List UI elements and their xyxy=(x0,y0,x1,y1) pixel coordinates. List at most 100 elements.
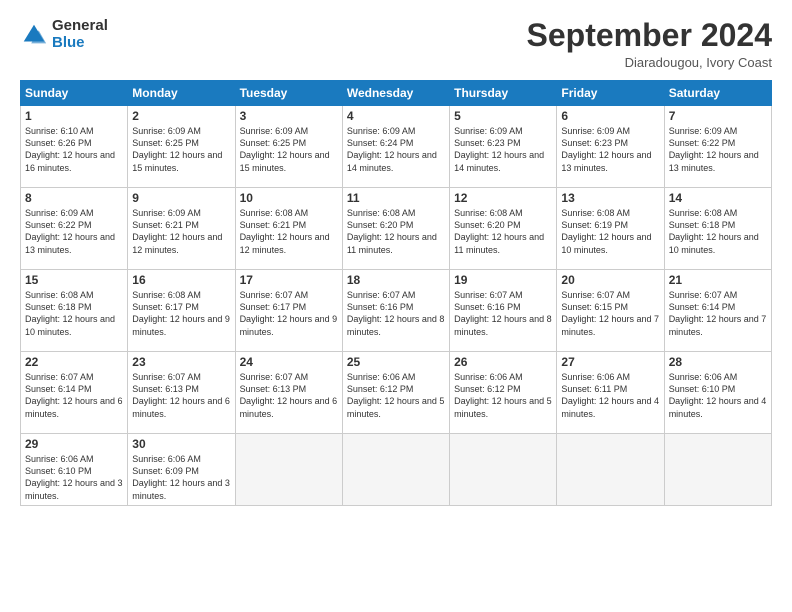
location-subtitle: Diaradougou, Ivory Coast xyxy=(527,55,772,70)
calendar-header-row: Sunday Monday Tuesday Wednesday Thursday… xyxy=(21,81,772,106)
page: General Blue September 2024 Diaradougou,… xyxy=(0,0,792,612)
table-row: 7 Sunrise: 6:09 AM Sunset: 6:22 PM Dayli… xyxy=(664,106,771,188)
day-number: 14 xyxy=(669,191,767,205)
day-info: Sunrise: 6:09 AM Sunset: 6:25 PM Dayligh… xyxy=(132,125,230,174)
table-row: 5 Sunrise: 6:09 AM Sunset: 6:23 PM Dayli… xyxy=(450,106,557,188)
day-number: 3 xyxy=(240,109,338,123)
logo: General Blue xyxy=(20,18,108,51)
day-number: 7 xyxy=(669,109,767,123)
day-number: 1 xyxy=(25,109,123,123)
day-number: 5 xyxy=(454,109,552,123)
table-row: 27 Sunrise: 6:06 AM Sunset: 6:11 PM Dayl… xyxy=(557,352,664,434)
table-row: 12 Sunrise: 6:08 AM Sunset: 6:20 PM Dayl… xyxy=(450,188,557,270)
day-info: Sunrise: 6:06 AM Sunset: 6:09 PM Dayligh… xyxy=(132,453,230,502)
calendar-table: Sunday Monday Tuesday Wednesday Thursday… xyxy=(20,80,772,506)
table-row: 22 Sunrise: 6:07 AM Sunset: 6:14 PM Dayl… xyxy=(21,352,128,434)
table-row: 17 Sunrise: 6:07 AM Sunset: 6:17 PM Dayl… xyxy=(235,270,342,352)
table-row: 1 Sunrise: 6:10 AM Sunset: 6:26 PM Dayli… xyxy=(21,106,128,188)
table-row: 6 Sunrise: 6:09 AM Sunset: 6:23 PM Dayli… xyxy=(557,106,664,188)
day-number: 19 xyxy=(454,273,552,287)
table-row: 14 Sunrise: 6:08 AM Sunset: 6:18 PM Dayl… xyxy=(664,188,771,270)
col-sunday: Sunday xyxy=(21,81,128,106)
day-info: Sunrise: 6:07 AM Sunset: 6:14 PM Dayligh… xyxy=(25,371,123,420)
col-monday: Monday xyxy=(128,81,235,106)
day-info: Sunrise: 6:07 AM Sunset: 6:16 PM Dayligh… xyxy=(347,289,445,338)
col-thursday: Thursday xyxy=(450,81,557,106)
day-info: Sunrise: 6:09 AM Sunset: 6:21 PM Dayligh… xyxy=(132,207,230,256)
day-info: Sunrise: 6:09 AM Sunset: 6:23 PM Dayligh… xyxy=(561,125,659,174)
day-info: Sunrise: 6:08 AM Sunset: 6:18 PM Dayligh… xyxy=(25,289,123,338)
day-number: 12 xyxy=(454,191,552,205)
day-info: Sunrise: 6:09 AM Sunset: 6:22 PM Dayligh… xyxy=(25,207,123,256)
table-row: 3 Sunrise: 6:09 AM Sunset: 6:25 PM Dayli… xyxy=(235,106,342,188)
day-info: Sunrise: 6:09 AM Sunset: 6:25 PM Dayligh… xyxy=(240,125,338,174)
day-number: 4 xyxy=(347,109,445,123)
day-info: Sunrise: 6:07 AM Sunset: 6:15 PM Dayligh… xyxy=(561,289,659,338)
table-row: 10 Sunrise: 6:08 AM Sunset: 6:21 PM Dayl… xyxy=(235,188,342,270)
day-info: Sunrise: 6:06 AM Sunset: 6:11 PM Dayligh… xyxy=(561,371,659,420)
table-row: 13 Sunrise: 6:08 AM Sunset: 6:19 PM Dayl… xyxy=(557,188,664,270)
table-row xyxy=(450,434,557,506)
day-info: Sunrise: 6:07 AM Sunset: 6:14 PM Dayligh… xyxy=(669,289,767,338)
day-number: 18 xyxy=(347,273,445,287)
day-number: 20 xyxy=(561,273,659,287)
table-row xyxy=(235,434,342,506)
day-number: 9 xyxy=(132,191,230,205)
day-number: 15 xyxy=(25,273,123,287)
table-row: 11 Sunrise: 6:08 AM Sunset: 6:20 PM Dayl… xyxy=(342,188,449,270)
day-info: Sunrise: 6:08 AM Sunset: 6:19 PM Dayligh… xyxy=(561,207,659,256)
calendar-week-row: 8 Sunrise: 6:09 AM Sunset: 6:22 PM Dayli… xyxy=(21,188,772,270)
calendar-week-row: 29 Sunrise: 6:06 AM Sunset: 6:10 PM Dayl… xyxy=(21,434,772,506)
table-row: 2 Sunrise: 6:09 AM Sunset: 6:25 PM Dayli… xyxy=(128,106,235,188)
day-number: 22 xyxy=(25,355,123,369)
day-number: 17 xyxy=(240,273,338,287)
table-row: 30 Sunrise: 6:06 AM Sunset: 6:09 PM Dayl… xyxy=(128,434,235,506)
table-row: 29 Sunrise: 6:06 AM Sunset: 6:10 PM Dayl… xyxy=(21,434,128,506)
logo-icon xyxy=(20,21,48,49)
day-info: Sunrise: 6:07 AM Sunset: 6:13 PM Dayligh… xyxy=(132,371,230,420)
table-row: 26 Sunrise: 6:06 AM Sunset: 6:12 PM Dayl… xyxy=(450,352,557,434)
day-info: Sunrise: 6:08 AM Sunset: 6:20 PM Dayligh… xyxy=(347,207,445,256)
col-saturday: Saturday xyxy=(664,81,771,106)
day-number: 30 xyxy=(132,437,230,451)
day-number: 13 xyxy=(561,191,659,205)
day-info: Sunrise: 6:10 AM Sunset: 6:26 PM Dayligh… xyxy=(25,125,123,174)
table-row xyxy=(664,434,771,506)
table-row: 21 Sunrise: 6:07 AM Sunset: 6:14 PM Dayl… xyxy=(664,270,771,352)
day-info: Sunrise: 6:08 AM Sunset: 6:21 PM Dayligh… xyxy=(240,207,338,256)
col-tuesday: Tuesday xyxy=(235,81,342,106)
title-block: September 2024 Diaradougou, Ivory Coast xyxy=(527,18,772,70)
day-info: Sunrise: 6:06 AM Sunset: 6:10 PM Dayligh… xyxy=(25,453,123,502)
col-wednesday: Wednesday xyxy=(342,81,449,106)
day-info: Sunrise: 6:08 AM Sunset: 6:18 PM Dayligh… xyxy=(669,207,767,256)
day-number: 2 xyxy=(132,109,230,123)
day-info: Sunrise: 6:09 AM Sunset: 6:24 PM Dayligh… xyxy=(347,125,445,174)
table-row: 23 Sunrise: 6:07 AM Sunset: 6:13 PM Dayl… xyxy=(128,352,235,434)
table-row xyxy=(342,434,449,506)
day-info: Sunrise: 6:08 AM Sunset: 6:20 PM Dayligh… xyxy=(454,207,552,256)
col-friday: Friday xyxy=(557,81,664,106)
day-number: 26 xyxy=(454,355,552,369)
day-info: Sunrise: 6:09 AM Sunset: 6:22 PM Dayligh… xyxy=(669,125,767,174)
day-info: Sunrise: 6:06 AM Sunset: 6:12 PM Dayligh… xyxy=(454,371,552,420)
day-info: Sunrise: 6:08 AM Sunset: 6:17 PM Dayligh… xyxy=(132,289,230,338)
table-row: 20 Sunrise: 6:07 AM Sunset: 6:15 PM Dayl… xyxy=(557,270,664,352)
day-number: 25 xyxy=(347,355,445,369)
day-info: Sunrise: 6:07 AM Sunset: 6:13 PM Dayligh… xyxy=(240,371,338,420)
table-row: 8 Sunrise: 6:09 AM Sunset: 6:22 PM Dayli… xyxy=(21,188,128,270)
logo-general: General xyxy=(52,18,108,35)
day-info: Sunrise: 6:06 AM Sunset: 6:12 PM Dayligh… xyxy=(347,371,445,420)
logo-blue: Blue xyxy=(52,35,108,52)
calendar-week-row: 1 Sunrise: 6:10 AM Sunset: 6:26 PM Dayli… xyxy=(21,106,772,188)
day-number: 21 xyxy=(669,273,767,287)
day-number: 11 xyxy=(347,191,445,205)
table-row: 25 Sunrise: 6:06 AM Sunset: 6:12 PM Dayl… xyxy=(342,352,449,434)
table-row: 4 Sunrise: 6:09 AM Sunset: 6:24 PM Dayli… xyxy=(342,106,449,188)
month-title: September 2024 xyxy=(527,18,772,53)
calendar-week-row: 22 Sunrise: 6:07 AM Sunset: 6:14 PM Dayl… xyxy=(21,352,772,434)
day-number: 27 xyxy=(561,355,659,369)
table-row: 24 Sunrise: 6:07 AM Sunset: 6:13 PM Dayl… xyxy=(235,352,342,434)
table-row: 19 Sunrise: 6:07 AM Sunset: 6:16 PM Dayl… xyxy=(450,270,557,352)
day-info: Sunrise: 6:06 AM Sunset: 6:10 PM Dayligh… xyxy=(669,371,767,420)
day-number: 28 xyxy=(669,355,767,369)
